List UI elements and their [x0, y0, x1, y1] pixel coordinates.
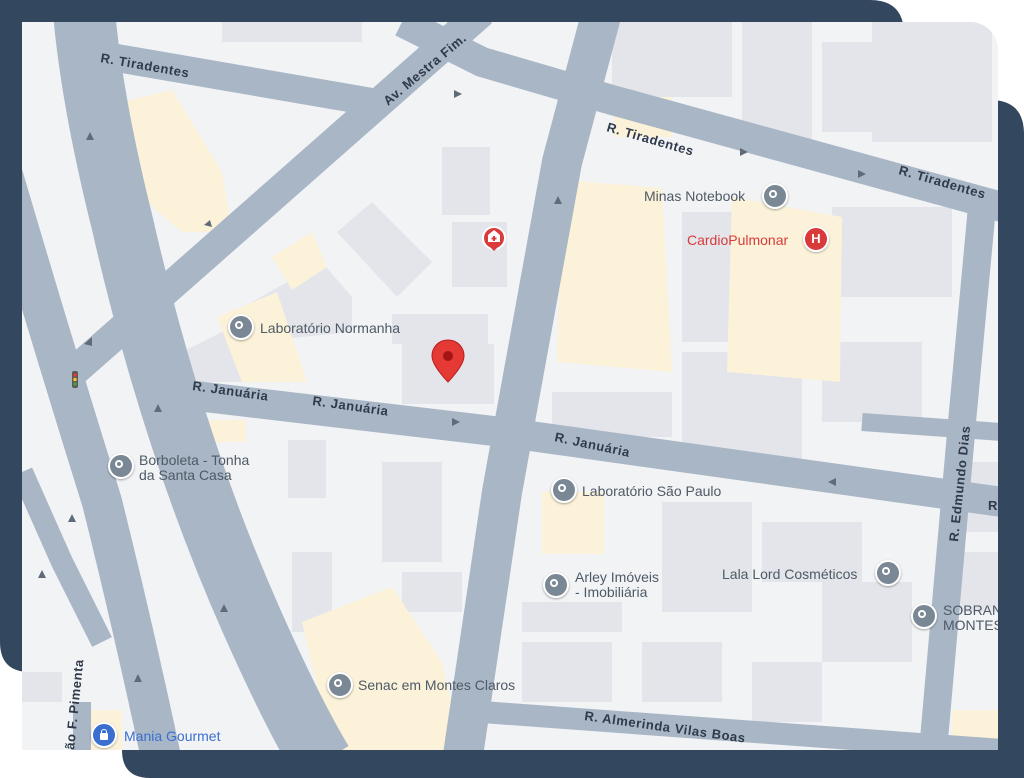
poi-label-mania-gourmet[interactable]: Mania Gourmet [124, 729, 220, 744]
shopping-bag-handle [101, 729, 107, 734]
poi-label-borboleta[interactable]: Borboleta - Tonha da Santa Casa [139, 453, 249, 483]
one-way-arrow-icon [454, 90, 462, 98]
poi-label-arley-imoveis[interactable]: Arley Imóveis - Imobiliária [575, 570, 659, 600]
poi-label-line: MONTES [943, 617, 998, 633]
one-way-arrow-icon [68, 514, 76, 522]
poi-label-line: da Santa Casa [139, 467, 232, 483]
poi-label-laboratorio-sao-paulo[interactable]: Laboratório São Paulo [582, 484, 721, 499]
map-viewport[interactable]: R. Tiradentes Av. Mestra Fim. R. Tiraden… [22, 22, 998, 750]
poi-label-sobran[interactable]: SOBRAN MONTES [943, 603, 998, 633]
one-way-arrow-icon [38, 570, 46, 578]
poi-label-line: SOBRAN [943, 602, 998, 618]
shopping-bag-icon[interactable] [91, 722, 117, 748]
location-pin-icon[interactable] [543, 572, 569, 598]
shopping-bag-shape [100, 733, 108, 740]
poi-label-laboratorio-normanha[interactable]: Laboratório Normanha [260, 321, 400, 336]
location-pin-icon[interactable] [228, 314, 254, 340]
poi-label-cardiopulmonar[interactable]: CardioPulmonar [687, 233, 788, 248]
poi-label-line: Arley Imóveis [575, 569, 660, 585]
hospital-icon[interactable]: H [803, 226, 829, 252]
location-pin-icon[interactable] [911, 603, 937, 629]
location-pin-icon[interactable] [762, 183, 788, 209]
poi-label-senac[interactable]: Senac em Montes Claros [358, 678, 515, 693]
location-pin-icon[interactable] [327, 672, 353, 698]
poi-label-line: Borboleta - Tonha [139, 452, 250, 468]
poi-label-line: - Imobiliária [575, 584, 648, 600]
traffic-light-icon [72, 371, 78, 388]
location-pin-icon[interactable] [875, 560, 901, 586]
poi-label-lala-lord[interactable]: Lala Lord Cosméticos [722, 567, 857, 582]
location-pin-icon[interactable] [551, 477, 577, 503]
street-label-edge: R [988, 498, 998, 513]
poi-label-minas-notebook[interactable]: Minas Notebook [644, 189, 745, 204]
location-pin-icon[interactable] [108, 453, 134, 479]
map-canvas[interactable]: R. Tiradentes Av. Mestra Fim. R. Tiraden… [22, 22, 998, 750]
